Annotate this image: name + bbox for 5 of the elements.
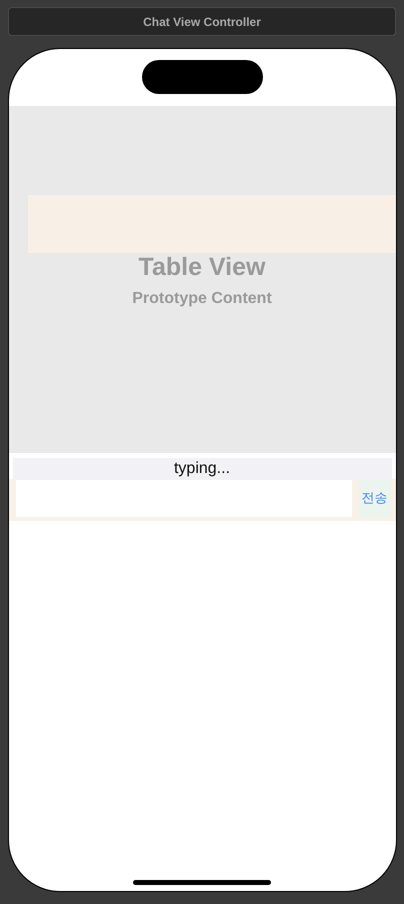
typing-label: typing...	[174, 460, 230, 478]
scene-title: Chat View Controller	[143, 14, 261, 28]
send-button[interactable]: 전송	[360, 480, 390, 516]
table-view-title: Table View	[138, 253, 266, 282]
table-view-subtitle: Prototype Content	[132, 290, 272, 308]
